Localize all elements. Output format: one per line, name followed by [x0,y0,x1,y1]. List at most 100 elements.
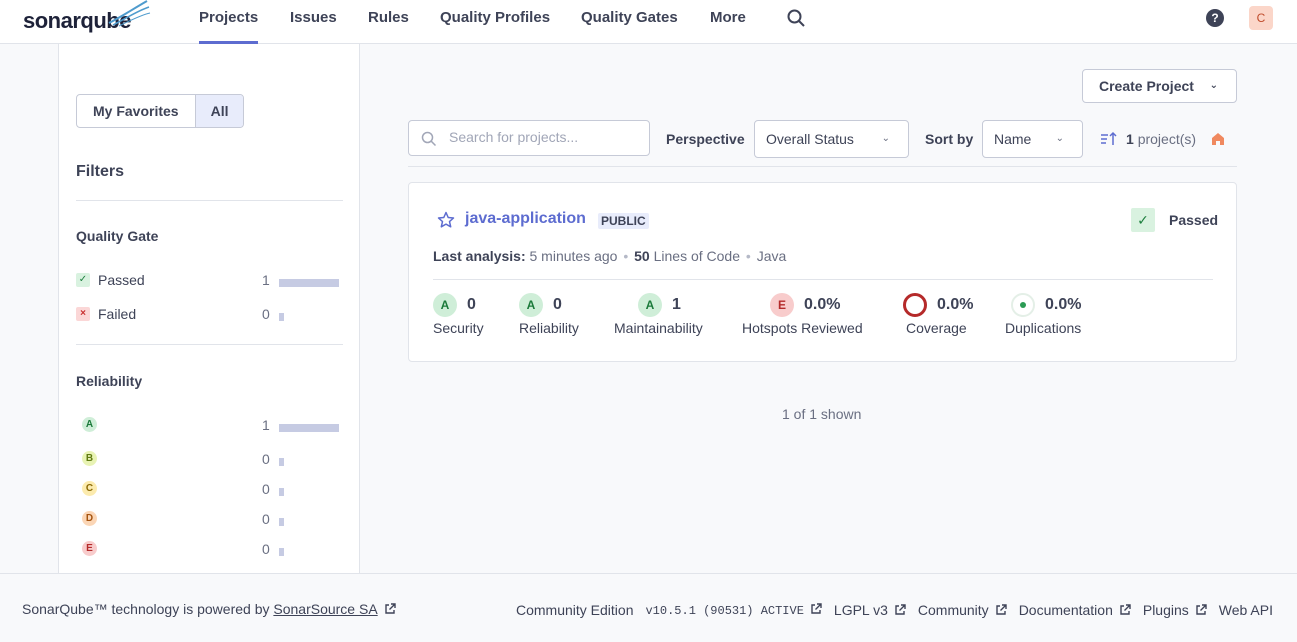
project-name-link[interactable]: java-application [465,210,586,228]
external-link-icon [1120,603,1131,615]
powered-by: SonarQube™ technology is powered by Sona… [22,601,396,617]
coverage-ring-icon [903,293,927,317]
metric-name: Hotspots Reviewed [742,320,863,336]
metric-name: Reliability [519,320,579,336]
community-text: Community [917,601,989,618]
metric-name: Duplications [1005,320,1082,336]
grade-a-badge: A [638,293,662,317]
version[interactable]: v10.5.1 (90531) ACTIVE [645,601,822,618]
facet-bar [279,518,284,526]
visibility-badge: PUBLIC [598,213,649,229]
quality-gate-status: ✓ Passed [1131,208,1218,232]
facet-bar [279,458,284,466]
documentation-link[interactable]: Documentation [1019,602,1131,618]
divider [76,200,343,201]
search-input[interactable] [449,129,639,145]
star-icon[interactable] [437,211,455,229]
loc-value: 50 [634,248,650,264]
nav-quality-profiles[interactable]: Quality Profiles [440,0,550,44]
external-link-icon [995,603,1007,615]
metric-value: 0 [467,296,476,313]
metric-name: Maintainability [614,320,703,336]
last-analysis-value: 5 minutes ago [529,248,618,264]
user-avatar[interactable]: C [1249,6,1273,30]
sonarqube-logo[interactable]: sonar qube [23,0,151,34]
grade-d-badge: D [82,511,97,526]
nav-rules[interactable]: Rules [368,0,409,44]
grade-a-badge: A [519,293,543,317]
metric-reliability[interactable]: A0 Reliability [519,293,579,336]
facet-label: Failed [98,306,137,322]
search-icon[interactable] [787,9,805,27]
metric-hotspots-reviewed[interactable]: E 0.0% Hotspots Reviewed [742,293,863,336]
perspective-select[interactable]: Overall Status ⌄ [754,120,909,158]
facet-row-grade-d[interactable]: D 0 [76,511,339,531]
external-link-icon [811,603,822,614]
all-button[interactable]: All [194,95,244,127]
facet-count: 0 [262,451,270,467]
metric-security[interactable]: A0 Security [433,293,484,336]
grade-e-badge: E [82,541,97,556]
facet-row-grade-c[interactable]: C 0 [76,481,339,501]
nav-more[interactable]: More [710,0,746,44]
grade-a-badge: A [82,417,97,432]
web-api-link[interactable]: Web API [1219,602,1273,618]
my-favorites-button[interactable]: My Favorites [77,95,195,127]
license-link[interactable]: LGPL v3 [834,602,906,618]
language: Java [756,248,787,264]
divider [408,166,1237,167]
check-icon: ✓ [1131,208,1155,232]
sort-select[interactable]: Name ⌄ [982,120,1083,158]
quality-gate-facet-title[interactable]: Quality Gate [76,228,158,244]
metric-name: Security [433,320,484,336]
facet-bar [279,488,284,496]
metric-coverage[interactable]: 0.0% Coverage [903,293,974,336]
facet-row-grade-a[interactable]: A 1 [76,417,339,437]
loc-label: Lines of Code [653,248,741,264]
facet-row-passed[interactable]: ✓ Passed 1 [76,272,339,292]
shown-count: 1 of 1 shown [782,406,862,422]
chevron-down-icon: ⌄ [1055,133,1064,144]
metric-value: 0 [553,296,562,313]
facet-row-grade-e[interactable]: E 0 [76,541,339,561]
facet-row-failed[interactable]: × Failed 0 [76,306,339,326]
facet-bar [279,548,284,556]
logo-waves-icon [108,0,151,27]
create-project-button[interactable]: Create Project ⌄ [1082,69,1237,103]
nav-issues[interactable]: Issues [290,0,337,44]
facet-label: Passed [98,272,145,288]
facet-row-grade-b[interactable]: B 0 [76,451,339,471]
favorites-toggle: My Favorites All [76,94,245,128]
plugins-link[interactable]: Plugins [1143,602,1207,618]
footer: SonarQube™ technology is powered by Sona… [0,573,1297,642]
search-icon [421,131,437,147]
sonarsource-link[interactable]: SonarSource SA [273,601,377,617]
divider [76,344,343,345]
metric-maintainability[interactable]: A1 Maintainability [614,293,703,336]
duplications-icon [1011,293,1035,317]
plugins-text: Plugins [1142,601,1189,618]
separator: • [623,248,629,264]
help-icon[interactable]: ? [1206,9,1224,27]
sort-direction-icon[interactable] [1100,131,1118,147]
nav-projects[interactable]: Projects [199,0,259,44]
grade-e-badge: E [770,293,794,317]
facet-count: 0 [262,511,270,527]
chevron-down-icon: ⌄ [1209,80,1218,91]
metric-value: 0.0% [937,296,974,313]
filters-sidebar: My Favorites All Filters Quality Gate ✓ P… [58,44,360,573]
project-search[interactable] [408,120,650,156]
nav-quality-gates[interactable]: Quality Gates [581,0,678,44]
perspective-label: Perspective [666,131,745,147]
license-text: LGPL v3 [833,601,888,618]
external-link-icon [895,603,906,615]
community-link[interactable]: Community [918,602,1007,618]
home-icon[interactable] [1210,131,1226,147]
sort-by-label: Sort by [925,131,974,147]
project-meta: Last analysis: 5 minutes ago • 50 Lines … [433,248,786,264]
reliability-facet-title[interactable]: Reliability [76,373,142,389]
metric-duplications[interactable]: 0.0% Duplications [1005,293,1081,336]
project-count: 1 project(s) [1126,131,1196,147]
metric-name: Coverage [906,320,967,336]
version-text: v10.5.1 (90531) ACTIVE [645,604,804,618]
